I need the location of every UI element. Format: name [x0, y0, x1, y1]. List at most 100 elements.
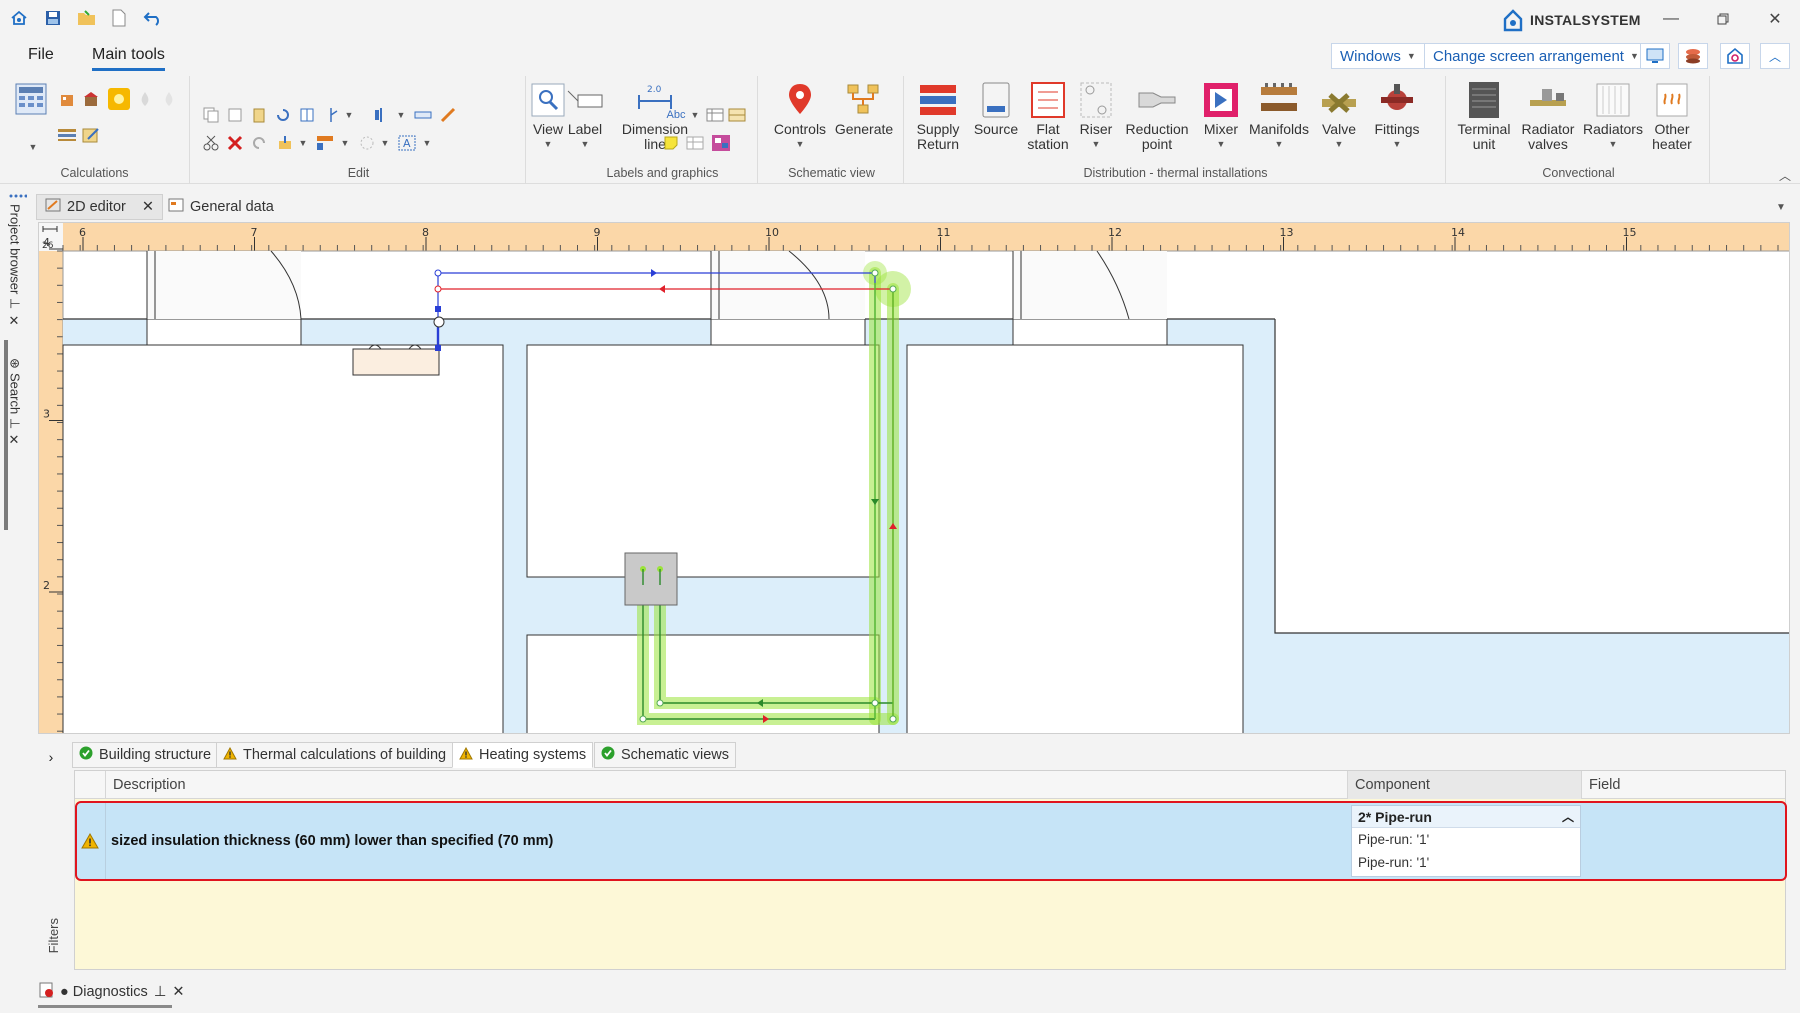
brand-settings-icon[interactable] [1720, 43, 1750, 69]
text-frame-icon[interactable]: A [398, 134, 416, 152]
pin-icon[interactable]: ⊥ [8, 298, 23, 309]
close-window-button[interactable]: ✕ [1760, 6, 1790, 32]
measure-icon[interactable] [414, 106, 432, 124]
search-tab[interactable]: ⊛ Search ⊥ ✕ [4, 358, 26, 448]
component-dropdown[interactable]: 2* Pipe-run ︿ Pipe-run: '1' Pipe-run: '1… [1351, 805, 1581, 877]
supply-return-button[interactable]: Supply Return [908, 80, 968, 152]
restore-button[interactable] [1708, 6, 1738, 32]
tab-thermal-calculations[interactable]: Thermal calculations of building [216, 742, 454, 768]
component-dropdown-header[interactable]: 2* Pipe-run ︿ [1352, 806, 1580, 828]
tab-building-structure[interactable]: Building structure [72, 742, 219, 768]
color-table-icon[interactable] [728, 106, 746, 124]
drop-icon[interactable] [136, 90, 154, 108]
other-heater-button[interactable]: Other heater [1644, 80, 1700, 152]
floor-plan-drawing[interactable]: 26 6 7 8 9 10 11 12 13 14 15 432 [39, 223, 1790, 734]
list-icon[interactable] [58, 126, 76, 144]
pencil-ruler-icon[interactable] [440, 106, 458, 124]
terminal-unit-button[interactable]: Terminal unit [1454, 80, 1514, 152]
paste-icon[interactable] [250, 106, 268, 124]
table-icon[interactable] [706, 106, 724, 124]
header-field[interactable]: Field [1581, 771, 1787, 799]
table-row[interactable]: sized insulation thickness (60 mm) lower… [75, 801, 1787, 881]
rotate-icon[interactable] [274, 106, 292, 124]
vertical-ruler[interactable] [39, 223, 63, 734]
copy-format-icon[interactable] [226, 106, 244, 124]
expand-filters-button[interactable]: › [42, 748, 60, 766]
home-icon[interactable] [8, 8, 30, 28]
chevron-up-icon[interactable]: ︿ [1776, 166, 1794, 184]
collapse-ribbon-button[interactable]: ︿ [1760, 43, 1790, 69]
source-unit[interactable] [624, 552, 678, 606]
copy-icon[interactable] [202, 106, 220, 124]
array-icon[interactable] [316, 134, 334, 152]
edit-notes-icon[interactable] [82, 126, 100, 144]
pin-icon[interactable]: ⊥ [8, 418, 23, 429]
calculator-grid-icon[interactable] [14, 82, 48, 116]
screen-arrangement-dropdown[interactable]: Change screen arrangement ▼ [1424, 43, 1648, 69]
cut-icon[interactable] [202, 134, 220, 152]
fittings-button[interactable]: Fittings ▼ [1362, 80, 1432, 152]
close-icon[interactable]: ✕ [8, 314, 23, 329]
drop-alt-icon[interactable] [160, 90, 178, 108]
manifolds-button[interactable]: Manifolds ▼ [1244, 80, 1314, 152]
menu-main-tools[interactable]: Main tools [92, 46, 165, 71]
radiator-valves-button[interactable]: Radiator valves [1516, 80, 1580, 152]
chevron-down-icon[interactable]: ▼ [1772, 198, 1790, 216]
horizontal-ruler[interactable] [39, 223, 1790, 251]
grip-icon[interactable] [8, 192, 28, 200]
generate-button[interactable]: Generate [832, 80, 896, 137]
close-icon[interactable]: ✕ [8, 433, 23, 448]
legend-icon[interactable] [710, 134, 732, 152]
filters-label[interactable]: Filters [46, 918, 61, 953]
component-item[interactable]: Pipe-run: '1' [1352, 828, 1580, 851]
minimize-button[interactable]: — [1656, 6, 1686, 32]
frame-icon[interactable] [298, 106, 316, 124]
note-icon[interactable] [662, 134, 680, 152]
house-calc-icon[interactable] [82, 90, 100, 108]
branch-icon[interactable] [322, 106, 340, 124]
riser-button[interactable]: Riser ▼ [1076, 80, 1116, 152]
save-icon[interactable] [42, 8, 64, 28]
redo-icon[interactable] [250, 134, 268, 152]
chevron-down-icon[interactable]: ▼ [340, 106, 358, 124]
chevron-down-icon[interactable]: ▼ [336, 134, 354, 152]
close-icon[interactable]: ✕ [172, 984, 184, 1000]
tab-schematic-views[interactable]: Schematic views [594, 742, 736, 768]
windows-dropdown[interactable]: Windows ▼ [1331, 43, 1425, 69]
flat-station-button[interactable]: Flat station [1022, 80, 1074, 152]
grid-table-icon[interactable] [686, 134, 704, 152]
source-button[interactable]: Source [970, 80, 1022, 137]
component-item[interactable]: Pipe-run: '1' [1352, 851, 1580, 874]
chevron-down-icon[interactable]: ▼ [392, 106, 410, 124]
radiators-button[interactable]: Radiators ▼ [1580, 80, 1646, 152]
valve-button[interactable]: Valve ▼ [1314, 80, 1364, 152]
layers-icon[interactable] [1678, 43, 1708, 69]
sun-icon[interactable] [108, 88, 130, 110]
mixer-button[interactable]: Mixer ▼ [1196, 80, 1246, 152]
monitor-icon[interactable] [1640, 43, 1670, 69]
header-description[interactable]: Description [105, 771, 1347, 799]
open-folder-icon[interactable] [76, 8, 98, 28]
move-icon[interactable] [276, 134, 294, 152]
chevron-down-icon[interactable]: ▼ [686, 106, 704, 124]
delete-icon[interactable] [226, 134, 244, 152]
menu-file[interactable]: File [28, 46, 54, 64]
tab-2d-editor[interactable]: 2D editor ✕ [36, 194, 163, 220]
tab-general-data[interactable]: General data [160, 194, 282, 220]
close-icon[interactable]: ✕ [142, 199, 154, 215]
building-icon[interactable] [58, 90, 76, 108]
new-document-icon[interactable] [108, 8, 130, 28]
undo-icon[interactable] [142, 8, 164, 28]
controls-button[interactable]: Controls ▼ [770, 80, 830, 152]
project-browser-tab[interactable]: Project browser ⊥ ✕ [4, 204, 26, 329]
chevron-down-icon[interactable]: ▼ [24, 138, 42, 156]
radiator-element[interactable] [352, 348, 440, 376]
reduction-point-button[interactable]: Reduction point [1120, 80, 1194, 152]
chevron-down-icon[interactable]: ▼ [376, 134, 394, 152]
align-icon[interactable] [372, 106, 390, 124]
circle-dash-icon[interactable] [358, 134, 376, 152]
header-component[interactable]: Component [1347, 771, 1581, 799]
tab-heating-systems[interactable]: Heating systems [452, 742, 594, 768]
chevron-down-icon[interactable]: ▼ [294, 134, 312, 152]
pin-icon[interactable]: ⊥ [154, 984, 167, 1000]
